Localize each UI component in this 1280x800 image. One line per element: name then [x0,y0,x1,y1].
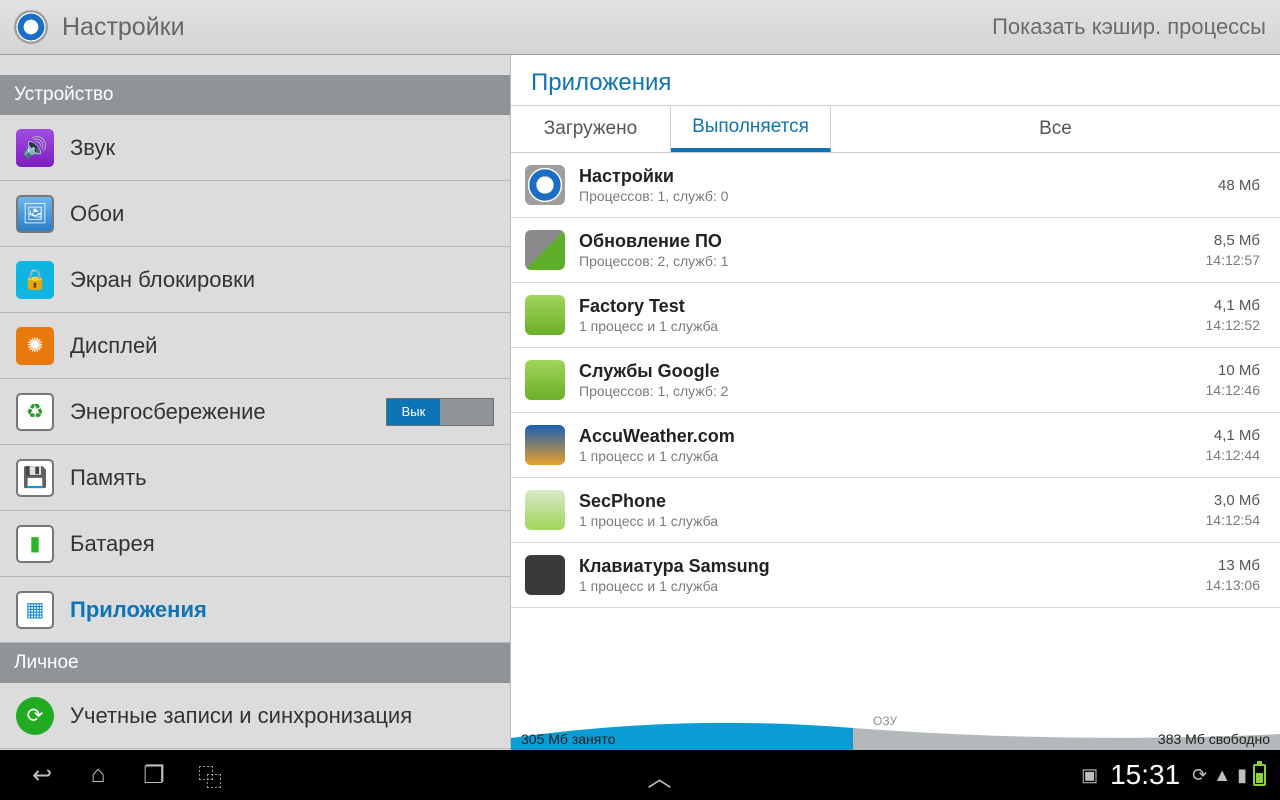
app-time: 14:12:57 [1206,252,1261,268]
sidebar-item-accounts-sync[interactable]: ⟳ Учетные записи и синхронизация [0,683,510,749]
app-time: 14:13:06 [1206,577,1261,593]
status-clock: 15:31 [1110,759,1180,791]
tab-bar: Загружено Выполняется Все [511,105,1280,153]
app-row[interactable]: Factory Test1 процесс и 1 служба4,1 Мб 14… [511,283,1280,348]
screenshot-saved-icon: ▣ [1081,765,1098,786]
app-mem: 48 Мб [1218,177,1260,194]
app-mem: 8,5 Мб [1206,232,1261,249]
running-apps-list: НастройкиПроцессов: 1, служб: 048 МбОбно… [511,153,1280,710]
app-sub: 1 процесс и 1 служба [579,318,1206,334]
home-button[interactable]: ⌂ [70,755,126,795]
sync-status-icon: ⟳ [1192,765,1207,786]
show-cached-processes-button[interactable]: Показать кэшир. процессы [992,14,1266,40]
app-icon [525,360,565,400]
app-row[interactable]: Обновление ПОПроцессов: 2, служб: 18,5 М… [511,218,1280,283]
settings-gear-icon [14,10,48,44]
signal-icon: ▮ [1237,765,1247,786]
app-sub: 1 процесс и 1 служба [579,513,1206,529]
power-saving-icon: ♻ [16,393,54,431]
sidebar-item-display[interactable]: ✺ Дисплей [0,313,510,379]
recents-button[interactable]: ❐ [126,755,182,795]
battery-icon: ▮ [16,525,54,563]
app-sub: 1 процесс и 1 служба [579,448,1206,464]
app-row[interactable]: Службы GoogleПроцессов: 1, служб: 210 Мб… [511,348,1280,413]
sync-icon: ⟳ [16,697,54,735]
apps-icon: ▦ [16,591,54,629]
right-title: Приложения [511,55,1280,105]
wallpaper-icon: 🖼 [16,195,54,233]
app-sub: Процессов: 2, служб: 1 [579,253,1206,269]
app-time: 14:12:46 [1206,382,1261,398]
section-device: Устройство [0,75,510,115]
sidebar-item-sound[interactable]: 🔊 Звук [0,115,510,181]
app-sub: Процессов: 1, служб: 0 [579,188,1218,204]
settings-sidebar: Устройство 🔊 Звук 🖼 Обои 🔒 Экран блокиро… [0,55,510,750]
app-icon [525,295,565,335]
app-name: AccuWeather.com [579,426,1206,447]
tab-running[interactable]: Выполняется [671,106,831,152]
ram-used: 305 Мб занято [521,731,615,747]
app-icon [525,165,565,205]
storage-icon: 💾 [16,459,54,497]
app-mem: 4,1 Мб [1206,427,1261,444]
app-row[interactable]: AccuWeather.com1 процесс и 1 служба4,1 М… [511,413,1280,478]
app-icon [525,230,565,270]
sidebar-item-battery[interactable]: ▮ Батарея [0,511,510,577]
app-row[interactable]: НастройкиПроцессов: 1, служб: 048 Мб [511,153,1280,218]
battery-status-icon [1253,764,1266,786]
app-name: Настройки [579,166,1218,187]
sidebar-item-applications[interactable]: ▦ Приложения [0,577,510,643]
lock-icon: 🔒 [16,261,54,299]
action-bar: Настройки Показать кэшир. процессы [0,0,1280,55]
app-row[interactable]: Клавиатура Samsung1 процесс и 1 служба13… [511,543,1280,608]
screenshot-button[interactable]: ⿻ [182,755,238,795]
app-sub: 1 процесс и 1 служба [579,578,1206,594]
back-button[interactable]: ↩ [14,755,70,795]
applications-pane: Приложения Загружено Выполняется Все Нас… [510,55,1280,750]
app-name: Службы Google [579,361,1206,382]
app-icon [525,555,565,595]
app-name: Обновление ПО [579,231,1206,252]
tab-downloaded[interactable]: Загружено [511,106,671,152]
ram-label: ОЗУ [873,714,897,728]
ram-free: 383 Мб свободно [1158,731,1270,747]
app-time: 14:12:54 [1206,512,1261,528]
section-personal: Личное [0,643,510,683]
app-name: Клавиатура Samsung [579,556,1206,577]
app-name: Factory Test [579,296,1206,317]
app-time: 14:12:44 [1206,447,1261,463]
sound-icon: 🔊 [16,129,54,167]
sidebar-item-powersaving[interactable]: ♻ Энергосбережение Вык [0,379,510,445]
power-saving-toggle[interactable]: Вык [386,398,494,426]
expand-tray-button[interactable]: ︿ [632,755,688,795]
sidebar-item-storage[interactable]: 💾 Память [0,445,510,511]
ram-bar: ОЗУ 305 Мб занято 383 Мб свободно [511,710,1280,750]
app-name: SecPhone [579,491,1206,512]
app-time: 14:12:52 [1206,317,1261,333]
display-icon: ✺ [16,327,54,365]
app-mem: 4,1 Мб [1206,297,1261,314]
app-mem: 3,0 Мб [1206,492,1261,509]
app-mem: 13 Мб [1206,557,1261,574]
page-title: Настройки [62,13,992,42]
app-mem: 10 Мб [1206,362,1261,379]
sidebar-item-wallpaper[interactable]: 🖼 Обои [0,181,510,247]
wifi-icon: ▲ [1213,765,1231,786]
tab-all[interactable]: Все [831,106,1280,152]
app-icon [525,490,565,530]
app-sub: Процессов: 1, служб: 2 [579,383,1206,399]
system-nav-bar: ↩ ⌂ ❐ ⿻ ︿ ▣ 15:31 ⟳ ▲ ▮ [0,750,1280,800]
sidebar-item-lockscreen[interactable]: 🔒 Экран блокировки [0,247,510,313]
app-icon [525,425,565,465]
app-row[interactable]: SecPhone1 процесс и 1 служба3,0 Мб 14:12:… [511,478,1280,543]
